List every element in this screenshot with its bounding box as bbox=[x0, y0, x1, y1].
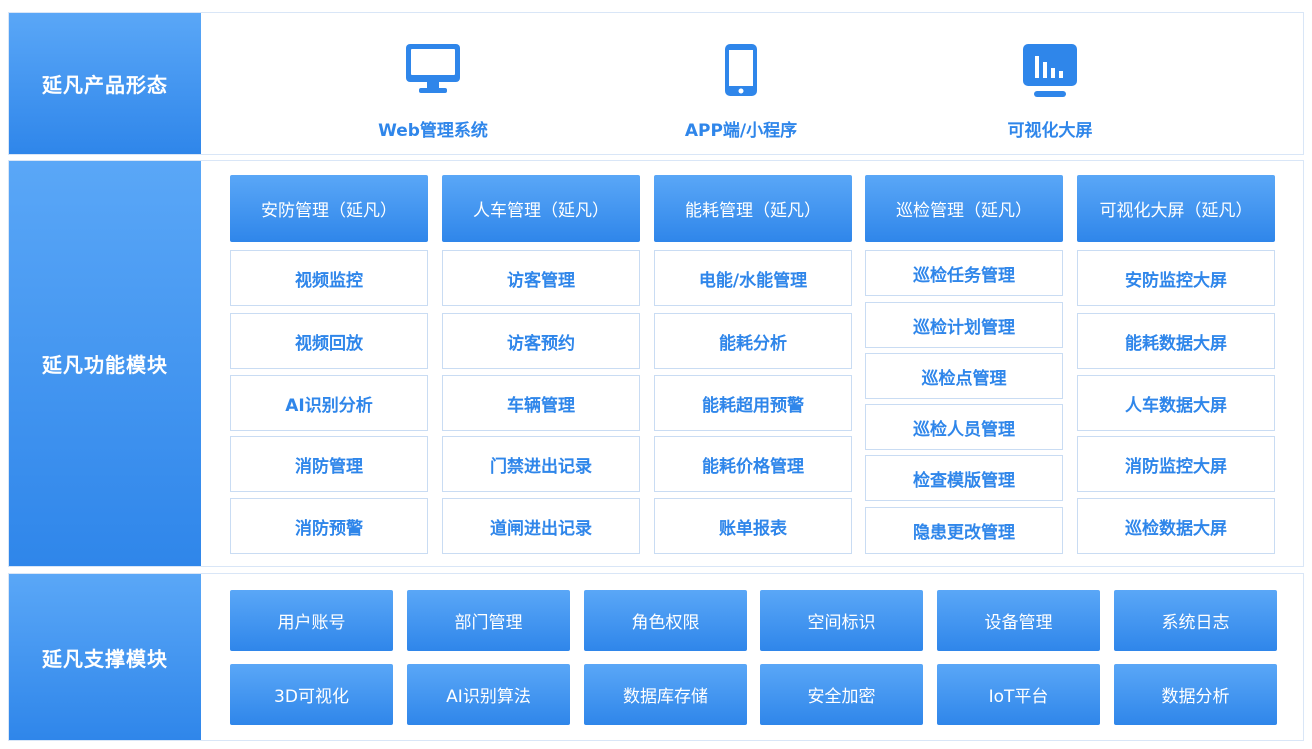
support-item: 用户账号 bbox=[230, 590, 393, 651]
support-item: 安全加密 bbox=[760, 664, 923, 725]
module-item: 消防管理 bbox=[230, 436, 428, 492]
module-item: 能耗超用预警 bbox=[654, 375, 852, 431]
form-web-label: Web管理系统 bbox=[378, 121, 488, 141]
module-item: 消防预警 bbox=[230, 498, 428, 554]
support-item: 系统日志 bbox=[1114, 590, 1277, 651]
module-item: 巡检人员管理 bbox=[865, 404, 1063, 450]
form-app: APP端/小程序 bbox=[641, 13, 841, 156]
module-item: 访客管理 bbox=[442, 250, 640, 306]
module-header: 人车管理（延凡） bbox=[442, 175, 640, 242]
module-header: 可视化大屏（延凡） bbox=[1077, 175, 1275, 242]
support-item: 空间标识 bbox=[760, 590, 923, 651]
module-header: 能耗管理（延凡） bbox=[654, 175, 852, 242]
module-item: 人车数据大屏 bbox=[1077, 375, 1275, 431]
form-web: Web管理系统 bbox=[333, 13, 533, 156]
module-item: 道闸进出记录 bbox=[442, 498, 640, 554]
product-forms-band: 延凡产品形态 Web管理系统 APP端/小程序 可视化大屏 bbox=[8, 12, 1304, 155]
support-modules-label: 延凡支撑模块 bbox=[9, 574, 201, 740]
module-item: 能耗分析 bbox=[654, 313, 852, 369]
support-item: IoT平台 bbox=[937, 664, 1100, 725]
module-item: 车辆管理 bbox=[442, 375, 640, 431]
support-item: 角色权限 bbox=[584, 590, 747, 651]
module-item: 账单报表 bbox=[654, 498, 852, 554]
module-item: 隐患更改管理 bbox=[865, 507, 1063, 554]
module-item: 巡检任务管理 bbox=[865, 250, 1063, 296]
module-item: 视频监控 bbox=[230, 250, 428, 306]
support-item: AI识别算法 bbox=[407, 664, 570, 725]
module-item: 巡检点管理 bbox=[865, 353, 1063, 399]
product-forms: Web管理系统 APP端/小程序 可视化大屏 bbox=[201, 13, 1303, 154]
product-forms-label: 延凡产品形态 bbox=[9, 13, 201, 154]
support-modules-band: 延凡支撑模块 用户账号 部门管理 角色权限 空间标识 设备管理 系统日志 3D可… bbox=[8, 573, 1304, 741]
function-modules-band: 延凡功能模块 安防管理（延凡） 视频监控 视频回放 AI识别分析 消防管理 消防… bbox=[8, 160, 1304, 567]
support-item: 部门管理 bbox=[407, 590, 570, 651]
support-item: 3D可视化 bbox=[230, 664, 393, 725]
module-item: 门禁进出记录 bbox=[442, 436, 640, 492]
module-header: 安防管理（延凡） bbox=[230, 175, 428, 242]
module-item: 安防监控大屏 bbox=[1077, 250, 1275, 306]
module-item: 巡检数据大屏 bbox=[1077, 498, 1275, 554]
support-item: 数据库存储 bbox=[584, 664, 747, 725]
module-header: 巡检管理（延凡） bbox=[865, 175, 1063, 242]
module-item: 视频回放 bbox=[230, 313, 428, 369]
form-screen: 可视化大屏 bbox=[950, 13, 1150, 156]
form-app-label: APP端/小程序 bbox=[684, 121, 798, 141]
monitor-icon bbox=[405, 43, 461, 99]
module-item: 消防监控大屏 bbox=[1077, 436, 1275, 492]
module-item: 检查模版管理 bbox=[865, 455, 1063, 501]
support-item: 设备管理 bbox=[937, 590, 1100, 651]
support-item: 数据分析 bbox=[1114, 664, 1277, 725]
module-item: AI识别分析 bbox=[230, 375, 428, 431]
form-screen-label: 可视化大屏 bbox=[1007, 121, 1093, 141]
function-modules-label: 延凡功能模块 bbox=[9, 161, 201, 566]
module-item: 能耗价格管理 bbox=[654, 436, 852, 492]
module-item: 巡检计划管理 bbox=[865, 302, 1063, 348]
dashboard-screen-icon bbox=[1022, 43, 1078, 103]
phone-icon bbox=[724, 43, 758, 101]
module-item: 电能/水能管理 bbox=[654, 250, 852, 306]
module-item: 能耗数据大屏 bbox=[1077, 313, 1275, 369]
module-item: 访客预约 bbox=[442, 313, 640, 369]
